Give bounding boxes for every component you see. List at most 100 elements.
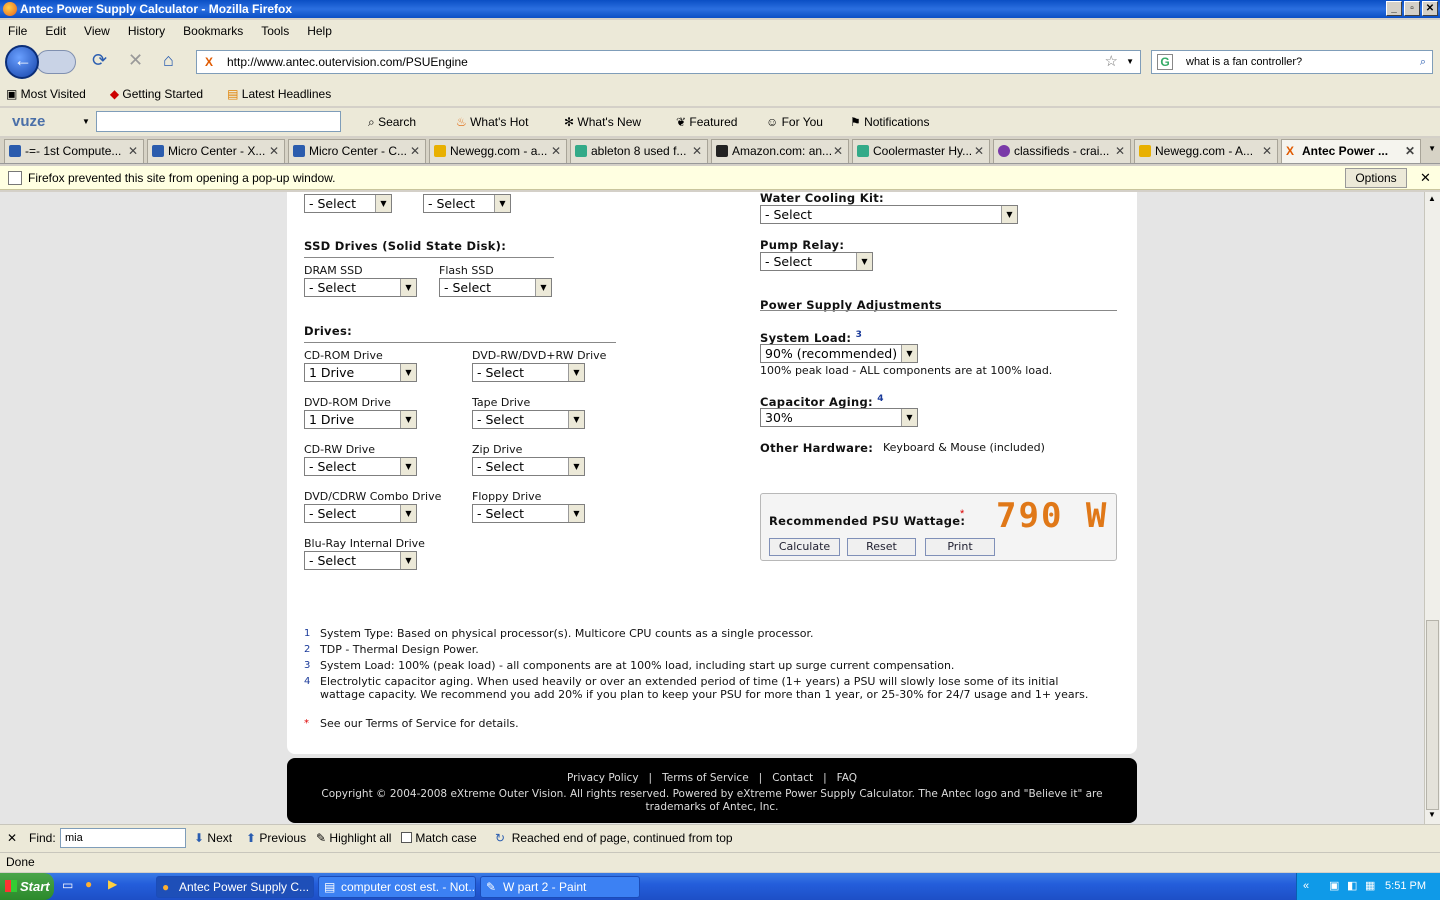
tab-craigslist[interactable]: classifieds - crai... ✕ bbox=[993, 139, 1131, 163]
bluray-select[interactable]: - Select ▼ bbox=[304, 551, 417, 570]
bookmark-star-icon[interactable]: ☆ bbox=[1105, 51, 1118, 73]
combo-label: DVD/CDRW Combo Drive bbox=[304, 490, 442, 503]
reload-icon[interactable]: ⟳ bbox=[92, 50, 107, 71]
cdrom-select[interactable]: 1 Drive ▼ bbox=[304, 363, 417, 382]
task-paint[interactable]: ✎ W part 2 - Paint bbox=[480, 876, 640, 898]
tab-newegg-b[interactable]: Newegg.com - A... ✕ bbox=[1134, 139, 1278, 163]
vuze-search-input[interactable] bbox=[96, 111, 341, 132]
reset-button[interactable]: Reset bbox=[847, 538, 916, 556]
menu-view[interactable]: View bbox=[84, 20, 110, 42]
dvdrom-select[interactable]: 1 Drive ▼ bbox=[304, 410, 417, 429]
menu-edit[interactable]: Edit bbox=[45, 20, 66, 42]
firefox-quicklaunch-icon[interactable]: ● bbox=[85, 877, 92, 891]
volume-icon[interactable]: ◧ bbox=[1347, 873, 1357, 900]
scrollbar-thumb[interactable] bbox=[1426, 620, 1439, 810]
minimize-button[interactable]: _ bbox=[1386, 1, 1402, 16]
tab-1st-computer[interactable]: -=- 1st Compute... ✕ bbox=[4, 139, 144, 163]
media-player-icon[interactable]: ▶ bbox=[108, 877, 117, 891]
task-antec[interactable]: ● Antec Power Supply C... bbox=[156, 876, 314, 898]
tab-amazon[interactable]: Amazon.com: an... ✕ bbox=[711, 139, 849, 163]
vuze-toolbar: vuze ▼ ⌕ Search ♨ What's Hot ✻ What's Ne… bbox=[0, 108, 1440, 136]
vuze-featured[interactable]: ❦ Featured bbox=[676, 108, 737, 136]
tab-antec-active[interactable]: X Antec Power ... ✕ bbox=[1281, 139, 1421, 163]
combo-select[interactable]: - Select ▼ bbox=[304, 504, 417, 523]
system-load-label: System Load: 3 bbox=[760, 330, 863, 345]
google-icon[interactable]: G bbox=[1157, 54, 1173, 70]
menu-help[interactable]: Help bbox=[307, 20, 332, 42]
cdrw-select[interactable]: - Select ▼ bbox=[304, 457, 417, 476]
highlight-all-button[interactable]: ✎ Highlight all bbox=[316, 825, 391, 851]
vertical-scrollbar[interactable]: ▲ ▼ bbox=[1424, 192, 1440, 824]
dram-ssd-select[interactable]: - Select ▼ bbox=[304, 278, 417, 297]
tab-close-icon: ✕ bbox=[832, 144, 843, 158]
select-top-left[interactable]: - Select ▼ bbox=[304, 194, 392, 213]
network-icon[interactable]: ▣ bbox=[1329, 873, 1339, 900]
security-icon[interactable]: ▦ bbox=[1365, 873, 1375, 900]
task-notepad[interactable]: ▤ computer cost est. - Not... bbox=[318, 876, 476, 898]
cdrw-label: CD-RW Drive bbox=[304, 443, 376, 456]
bookmark-most-visited[interactable]: ▣ Most Visited bbox=[6, 82, 86, 106]
search-box[interactable]: G what is a fan controller? ⌕ bbox=[1151, 50, 1433, 74]
paint-icon: ✎ bbox=[486, 880, 497, 894]
vuze-notifications[interactable]: ⚑ Notifications bbox=[850, 108, 929, 136]
flash-ssd-select[interactable]: - Select ▼ bbox=[439, 278, 552, 297]
back-button[interactable]: ← bbox=[5, 45, 39, 79]
vuze-whats-new[interactable]: ✻ What's New bbox=[564, 108, 641, 136]
vuze-whats-hot[interactable]: ♨ What's Hot bbox=[456, 108, 528, 136]
contact-link[interactable]: Contact bbox=[772, 772, 813, 784]
tab-newegg-a[interactable]: Newegg.com - a... ✕ bbox=[429, 139, 567, 163]
bookmark-getting-started[interactable]: ◆ Getting Started bbox=[110, 82, 203, 106]
scroll-up-icon[interactable]: ▲ bbox=[1428, 194, 1436, 203]
print-button[interactable]: Print bbox=[925, 538, 995, 556]
home-icon[interactable]: ⌂ bbox=[163, 50, 174, 71]
url-bar[interactable]: X http://www.antec.outervision.com/PSUEn… bbox=[196, 50, 1141, 74]
pump-relay-select[interactable]: - Select ▼ bbox=[760, 252, 873, 271]
vuze-search-button[interactable]: ⌕ Search bbox=[368, 108, 416, 136]
menu-tools[interactable]: Tools bbox=[261, 20, 289, 42]
tab-list-icon[interactable]: ▼ bbox=[1428, 144, 1436, 153]
tab-micro-center-x[interactable]: Micro Center - X... ✕ bbox=[147, 139, 285, 163]
search-icon[interactable]: ⌕ bbox=[1420, 51, 1426, 73]
tab-micro-center-c[interactable]: Micro Center - C... ✕ bbox=[288, 139, 426, 163]
start-button[interactable]: Start bbox=[0, 873, 54, 900]
find-next-button[interactable]: ⬇ Next bbox=[194, 825, 232, 851]
menu-file[interactable]: File bbox=[8, 20, 27, 42]
vuze-dropdown-icon[interactable]: ▼ bbox=[82, 108, 90, 136]
select-top-right[interactable]: - Select ▼ bbox=[423, 194, 511, 213]
tab-coolermaster[interactable]: Coolermaster Hy... ✕ bbox=[852, 139, 990, 163]
capacitor-aging-select[interactable]: 30% ▼ bbox=[760, 408, 918, 427]
system-load-select[interactable]: 90% (recommended) ▼ bbox=[760, 344, 918, 363]
tape-select[interactable]: - Select ▼ bbox=[472, 410, 585, 429]
menu-history[interactable]: History bbox=[128, 20, 165, 42]
menu-bookmarks[interactable]: Bookmarks bbox=[183, 20, 243, 42]
calculate-button[interactable]: Calculate bbox=[769, 538, 840, 556]
terms-of-service-link[interactable]: Terms of Service bbox=[662, 772, 749, 784]
tab-ableton[interactable]: ableton 8 used f... ✕ bbox=[570, 139, 708, 163]
show-desktop-icon[interactable]: ▭ bbox=[62, 878, 73, 892]
drives-heading: Drives: bbox=[304, 324, 352, 338]
close-find-icon[interactable]: ✕ bbox=[7, 825, 17, 851]
close-window-button[interactable]: ✕ bbox=[1422, 1, 1438, 16]
maximize-button[interactable]: ▫ bbox=[1404, 1, 1420, 16]
close-notification-icon[interactable]: ✕ bbox=[1420, 166, 1431, 190]
privacy-policy-link[interactable]: Privacy Policy bbox=[567, 772, 639, 784]
floppy-select[interactable]: - Select ▼ bbox=[472, 504, 585, 523]
tab-close-icon: ✕ bbox=[127, 144, 138, 158]
zip-select[interactable]: - Select ▼ bbox=[472, 457, 585, 476]
forward-button[interactable] bbox=[36, 50, 76, 74]
find-input[interactable]: mia bbox=[60, 828, 186, 848]
vuze-for-you[interactable]: ☺ For You bbox=[766, 108, 823, 136]
options-button[interactable]: Options bbox=[1345, 168, 1407, 188]
windows-logo-icon bbox=[5, 880, 17, 892]
site-footer: Privacy Policy | Terms of Service | Cont… bbox=[287, 758, 1137, 823]
tray-expand-icon[interactable]: « bbox=[1303, 873, 1309, 900]
stop-icon[interactable]: ✕ bbox=[128, 50, 143, 71]
water-cooling-select[interactable]: - Select ▼ bbox=[760, 205, 1018, 224]
faq-link[interactable]: FAQ bbox=[837, 772, 857, 784]
bookmark-latest-headlines[interactable]: ▤ Latest Headlines bbox=[227, 82, 331, 106]
find-previous-button[interactable]: ⬆ Previous bbox=[246, 825, 306, 851]
match-case-checkbox[interactable]: Match case bbox=[401, 825, 477, 851]
dvdrw-select[interactable]: - Select ▼ bbox=[472, 363, 585, 382]
url-dropdown-icon[interactable]: ▼ bbox=[1126, 51, 1134, 73]
scroll-down-icon[interactable]: ▼ bbox=[1428, 810, 1436, 819]
